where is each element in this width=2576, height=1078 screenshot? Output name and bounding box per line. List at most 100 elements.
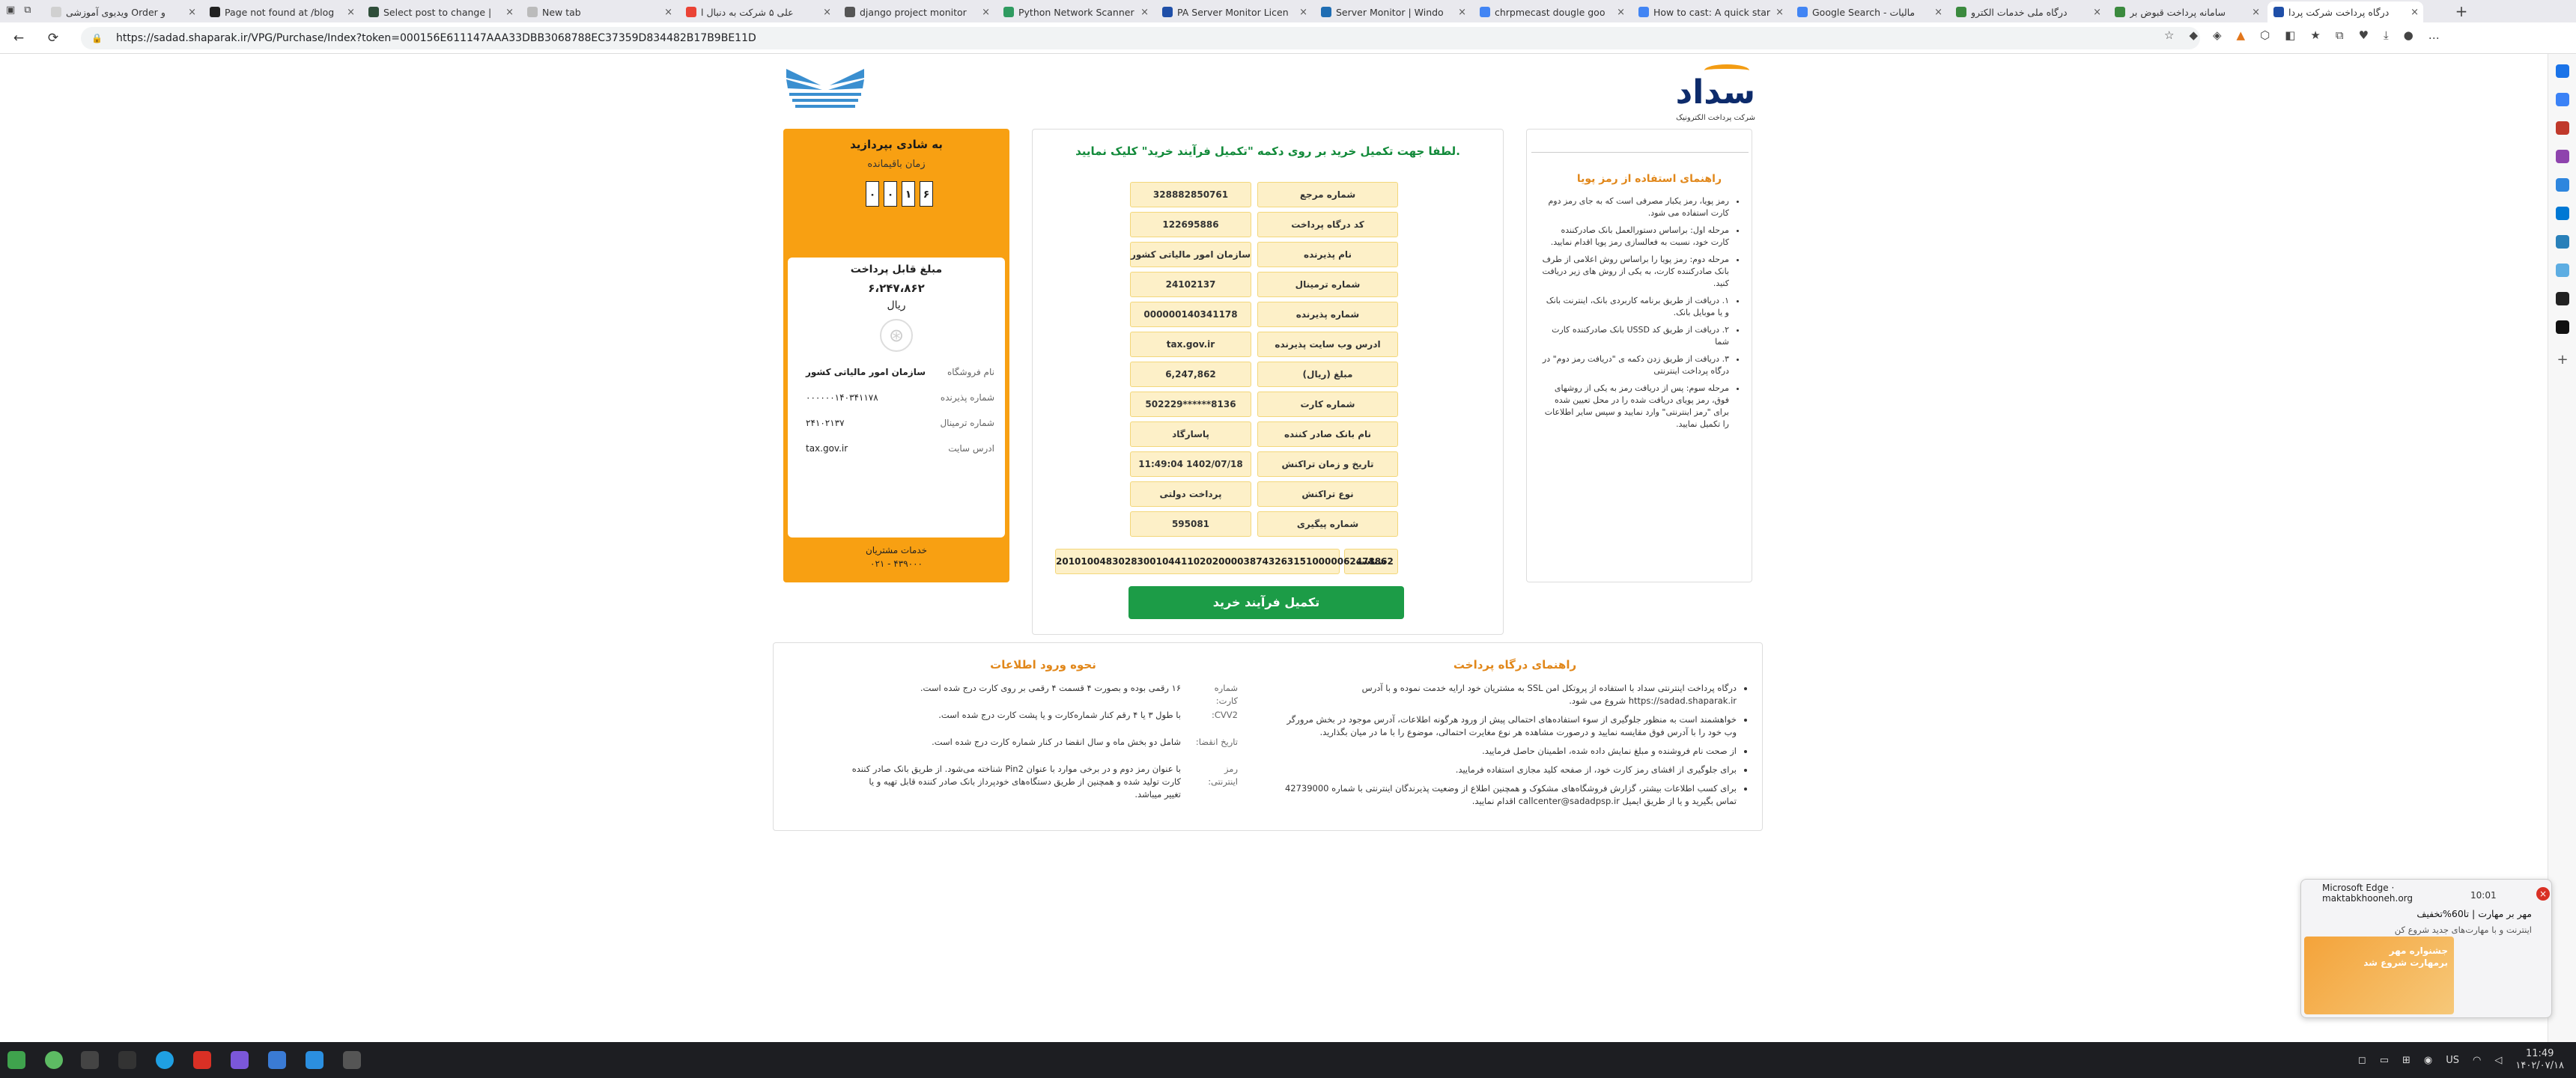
browser-tab[interactable]: درگاه پرداخت شرکت پردا × [2267,1,2423,22]
edge-notification[interactable]: Microsoft Edge · maktabkhooneh.org 10:01… [2300,879,2552,1018]
browser-tab[interactable]: ویدیوی آموزشی Order و × [45,1,201,22]
add-icon[interactable]: + [2556,353,2569,367]
url-input[interactable]: 🔒 https://sadad.shaparak.ir/VPG/Purchase… [81,27,2200,49]
close-tab-icon[interactable]: × [2093,7,2101,18]
menu-icon[interactable]: … [2428,28,2440,42]
vscode-icon[interactable] [306,1051,323,1069]
close-tab-icon[interactable]: × [982,7,990,18]
transaction-row: نام بانک صادر کننده پاسارگاد [1033,421,1503,447]
split-screen-icon[interactable]: ◧ [2285,28,2295,42]
summary-row-value: tax.gov.ir [806,443,848,454]
tray-icon[interactable]: ▭ [2380,1055,2389,1066]
tray-icon[interactable]: ◉ [2424,1055,2432,1066]
browser-tab[interactable]: درگاه ملی خدمات الکترو × [1950,1,2106,22]
bing-icon[interactable] [2556,264,2569,277]
outlook-icon[interactable] [2556,207,2569,220]
close-tab-icon[interactable]: × [1299,7,1307,18]
close-tab-icon[interactable]: × [2252,7,2260,18]
tab-favicon-icon [1956,7,1966,17]
browser-tab[interactable]: How to cast: A quick star × [1632,1,1788,22]
close-tab-icon[interactable]: × [1617,7,1625,18]
medium-icon[interactable] [2556,320,2569,334]
back-icon[interactable]: ← [10,30,27,46]
tab-title: درگاه پرداخت شرکت پردا [2288,6,2390,18]
close-icon[interactable]: × [2536,887,2550,901]
profile-avatar[interactable]: ● [2404,28,2414,42]
drop-icon[interactable] [2556,235,2569,249]
volume-icon[interactable]: ◁ [2494,1055,2502,1066]
tab-title: Select post to change | [383,6,492,18]
close-tab-icon[interactable]: × [664,7,672,18]
tab-title: ویدیوی آموزشی Order و [66,6,165,18]
browser-tab[interactable]: Select post to change | × [362,1,518,22]
browser-tab[interactable]: علی ۵ شرکت به دنبال ا × [680,1,836,22]
close-tab-icon[interactable]: × [1458,7,1466,18]
reload-icon[interactable]: ⟳ [45,30,61,46]
taskbar: ◻ ▭ ⊞ ◉ US ◠ ◁ 11:49 ۱۴۰۲/۰۷/۱۸ [0,1042,2576,1078]
copilot-icon[interactable] [2556,178,2569,192]
extension-icon[interactable]: ◈ [2213,28,2222,42]
browser-tab[interactable]: Page not found at /blog × [204,1,359,22]
extension-icon[interactable]: ◆ [2189,28,2198,42]
metamask-icon[interactable]: ▲ [2237,28,2246,42]
app-icon[interactable] [2556,292,2569,305]
transaction-row: شماره ترمینال 24102137 [1033,272,1503,297]
browser-tab[interactable]: chrpmecast dougle goo × [1474,1,1629,22]
close-tab-icon[interactable]: × [188,7,196,18]
tab-actions-icon[interactable]: ⧉ [24,4,31,18]
edge-icon[interactable] [156,1051,174,1069]
search-icon[interactable] [2556,64,2569,78]
sadad-subtitle: شرکت پرداخت الکترونیک [1676,114,1755,122]
notification-center-icon[interactable]: ◻ [2358,1055,2366,1066]
close-tab-icon[interactable]: × [505,7,514,18]
browser-essentials-icon[interactable]: ♥ [2359,28,2369,42]
tab-favicon-icon [686,7,696,17]
notification-banner[interactable]: جشنواره مهر برمهارت شروع شد [2304,937,2454,1014]
favorites-icon[interactable]: ★ [2310,28,2320,42]
timer-digit: ۰ [866,181,879,207]
screenshot-tool-icon[interactable] [268,1051,286,1069]
close-tab-icon[interactable]: × [1775,7,1784,18]
extensions-icon[interactable]: ⬡ [2260,28,2270,42]
wifi-icon[interactable]: ◠ [2473,1055,2481,1066]
games-icon[interactable] [2556,150,2569,163]
close-tab-icon[interactable]: × [2411,7,2419,18]
notification-subtext: اینترنت و با مهارت‌های جدید شروع کن [2394,925,2532,935]
lock-icon[interactable]: 🔒 [91,33,103,43]
browser-tab[interactable]: سامانه پرداخت قبوض بر × [2109,1,2264,22]
start-menu-icon[interactable] [7,1051,25,1069]
downloads-icon[interactable]: ⤓ [2384,28,2389,42]
close-tab-icon[interactable]: × [1140,7,1149,18]
lang-indicator[interactable]: US [2446,1055,2459,1066]
browser-tab[interactable]: Google Search - مالیات × [1791,1,1947,22]
app-icon[interactable] [343,1051,361,1069]
tab-favicon-icon [1797,7,1808,17]
finish-purchase-button[interactable]: تکمیل فرآیند خرید [1128,586,1404,619]
favorite-star-icon[interactable]: ☆ [2164,28,2174,42]
close-tab-icon[interactable]: × [1934,7,1942,18]
guide-item: ۱. دریافت از طریق برنامه کاربردی بانک، ا… [1542,295,1729,319]
app-icon[interactable] [45,1051,63,1069]
close-tab-icon[interactable]: × [823,7,831,18]
shopping-icon[interactable] [2556,121,2569,135]
terminal-icon[interactable] [118,1051,136,1069]
clock[interactable]: 11:49 ۱۴۰۲/۰۷/۱۸ [2515,1048,2564,1072]
file-manager-icon[interactable] [81,1051,99,1069]
summary-row-value: سازمان امور مالیاتی کشور [806,367,926,377]
collections-icon[interactable]: ⧉ [2336,28,2344,42]
browser-tab[interactable]: PA Server Monitor Licen × [1156,1,1312,22]
browser-tab[interactable]: Server Monitor | Windo × [1315,1,1471,22]
support-number: ۰۲۱ - ۴۳۹۰۰۰ [870,558,923,569]
browser-tab[interactable]: django project monitor × [839,1,994,22]
browser-tab[interactable]: Python Network Scanner × [997,1,1153,22]
tools-icon[interactable] [2556,93,2569,106]
summary-row: نام فروشگاه سازمان امور مالیاتی کشور [800,367,994,382]
new-tab-button[interactable]: + [2453,3,2470,19]
close-tab-icon[interactable]: × [347,7,355,18]
tray-icon[interactable]: ⊞ [2402,1055,2411,1066]
sidebar-toggle-icon[interactable]: ▣ [6,4,15,18]
merchant-logo-icon: ⊛ [880,319,913,352]
app-icon[interactable] [193,1051,211,1069]
browser-tab[interactable]: New tab × [521,1,677,22]
github-icon[interactable] [231,1051,249,1069]
